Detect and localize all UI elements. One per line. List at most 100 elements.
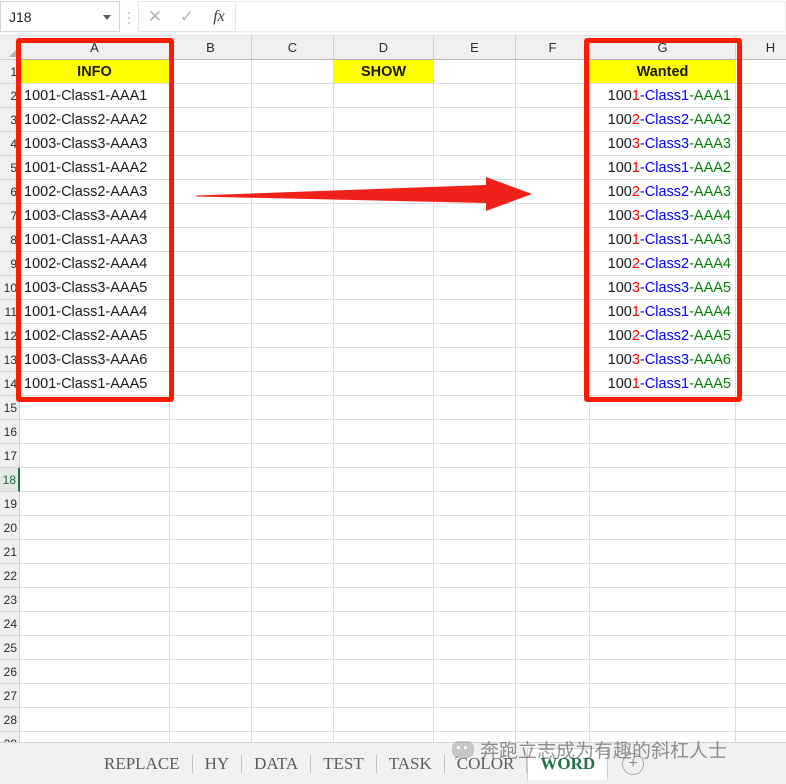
cell-F14[interactable] — [516, 372, 590, 396]
row-header-28[interactable]: 28 — [0, 708, 20, 732]
cell-H16[interactable] — [736, 420, 786, 444]
cell-C5[interactable] — [252, 156, 334, 180]
cell-C21[interactable] — [252, 540, 334, 564]
cell-A8-info-value[interactable]: 1001-Class1-AAA3 — [20, 228, 170, 252]
cell-D17[interactable] — [334, 444, 434, 468]
row-header-18[interactable]: 18 — [0, 468, 20, 492]
column-header-B[interactable]: B — [170, 36, 252, 60]
cell-B5[interactable] — [170, 156, 252, 180]
cell-C10[interactable] — [252, 276, 334, 300]
cell-E12[interactable] — [434, 324, 516, 348]
cell-H18[interactable] — [736, 468, 786, 492]
cell-C9[interactable] — [252, 252, 334, 276]
row-header-10[interactable]: 10 — [0, 276, 20, 300]
cell-F9[interactable] — [516, 252, 590, 276]
row-header-6[interactable]: 6 — [0, 180, 20, 204]
cell-G28[interactable] — [590, 708, 736, 732]
cell-F12[interactable] — [516, 324, 590, 348]
cell-E2[interactable] — [434, 84, 516, 108]
cell-A26[interactable] — [20, 660, 170, 684]
row-header-19[interactable]: 19 — [0, 492, 20, 516]
cell-G16[interactable] — [590, 420, 736, 444]
row-header-25[interactable]: 25 — [0, 636, 20, 660]
cell-F17[interactable] — [516, 444, 590, 468]
cell-G21[interactable] — [590, 540, 736, 564]
cell-D21[interactable] — [334, 540, 434, 564]
cell-G15[interactable] — [590, 396, 736, 420]
cell-E19[interactable] — [434, 492, 516, 516]
cell-G12-wanted-value[interactable]: 100 2 -Class2 -AAA5 — [590, 324, 736, 348]
cell-F25[interactable] — [516, 636, 590, 660]
cell-A27[interactable] — [20, 684, 170, 708]
row-header-17[interactable]: 17 — [0, 444, 20, 468]
cell-D27[interactable] — [334, 684, 434, 708]
cell-H4[interactable] — [736, 132, 786, 156]
column-header-A[interactable]: A — [20, 36, 170, 60]
cell-B26[interactable] — [170, 660, 252, 684]
cell-A18[interactable] — [20, 468, 170, 492]
cell-G1-wanted-header[interactable]: Wanted — [590, 60, 736, 84]
cell-E21[interactable] — [434, 540, 516, 564]
cell-C18[interactable] — [252, 468, 334, 492]
cell-A2-info-value[interactable]: 1001-Class1-AAA1 — [20, 84, 170, 108]
cell-E13[interactable] — [434, 348, 516, 372]
cell-C22[interactable] — [252, 564, 334, 588]
cell-G8-wanted-value[interactable]: 100 1 -Class1 -AAA3 — [590, 228, 736, 252]
cell-A16[interactable] — [20, 420, 170, 444]
cell-E1[interactable] — [434, 60, 516, 84]
cell-B2[interactable] — [170, 84, 252, 108]
cell-F5[interactable] — [516, 156, 590, 180]
cell-B28[interactable] — [170, 708, 252, 732]
column-header-D[interactable]: D — [334, 36, 434, 60]
cell-A24[interactable] — [20, 612, 170, 636]
cell-C4[interactable] — [252, 132, 334, 156]
cell-G25[interactable] — [590, 636, 736, 660]
cell-E27[interactable] — [434, 684, 516, 708]
sheet-tab-hy[interactable]: HY — [193, 749, 242, 779]
cell-B21[interactable] — [170, 540, 252, 564]
cell-F26[interactable] — [516, 660, 590, 684]
cell-C19[interactable] — [252, 492, 334, 516]
cell-F24[interactable] — [516, 612, 590, 636]
cell-A1-info-header[interactable]: INFO — [20, 60, 170, 84]
cell-D22[interactable] — [334, 564, 434, 588]
cell-F10[interactable] — [516, 276, 590, 300]
cell-E5[interactable] — [434, 156, 516, 180]
cell-B12[interactable] — [170, 324, 252, 348]
cell-C16[interactable] — [252, 420, 334, 444]
cell-E11[interactable] — [434, 300, 516, 324]
cell-F1[interactable] — [516, 60, 590, 84]
cell-G5-wanted-value[interactable]: 100 1 -Class1 -AAA2 — [590, 156, 736, 180]
cell-A23[interactable] — [20, 588, 170, 612]
cell-C7[interactable] — [252, 204, 334, 228]
cell-D6[interactable] — [334, 180, 434, 204]
cell-H10[interactable] — [736, 276, 786, 300]
cell-A9-info-value[interactable]: 1002-Class2-AAA4 — [20, 252, 170, 276]
cell-E20[interactable] — [434, 516, 516, 540]
cell-H11[interactable] — [736, 300, 786, 324]
cell-H6[interactable] — [736, 180, 786, 204]
cell-C28[interactable] — [252, 708, 334, 732]
cell-C29[interactable] — [252, 732, 334, 742]
column-header-C[interactable]: C — [252, 36, 334, 60]
row-header-23[interactable]: 23 — [0, 588, 20, 612]
cell-B9[interactable] — [170, 252, 252, 276]
cell-H8[interactable] — [736, 228, 786, 252]
cell-H23[interactable] — [736, 588, 786, 612]
formula-bar-grip[interactable] — [120, 0, 138, 35]
column-header-G[interactable]: G — [590, 36, 736, 60]
insert-function-icon[interactable]: fx — [203, 2, 235, 31]
cell-H21[interactable] — [736, 540, 786, 564]
cell-G2-wanted-value[interactable]: 100 1 -Class1 -AAA1 — [590, 84, 736, 108]
sheet-tab-word[interactable]: WORD — [527, 747, 609, 780]
cell-G4-wanted-value[interactable]: 100 3 -Class3 -AAA3 — [590, 132, 736, 156]
cell-F20[interactable] — [516, 516, 590, 540]
cell-C14[interactable] — [252, 372, 334, 396]
cell-D12[interactable] — [334, 324, 434, 348]
row-header-21[interactable]: 21 — [0, 540, 20, 564]
cell-B18[interactable] — [170, 468, 252, 492]
cell-F27[interactable] — [516, 684, 590, 708]
cell-F28[interactable] — [516, 708, 590, 732]
cell-E24[interactable] — [434, 612, 516, 636]
cell-D19[interactable] — [334, 492, 434, 516]
